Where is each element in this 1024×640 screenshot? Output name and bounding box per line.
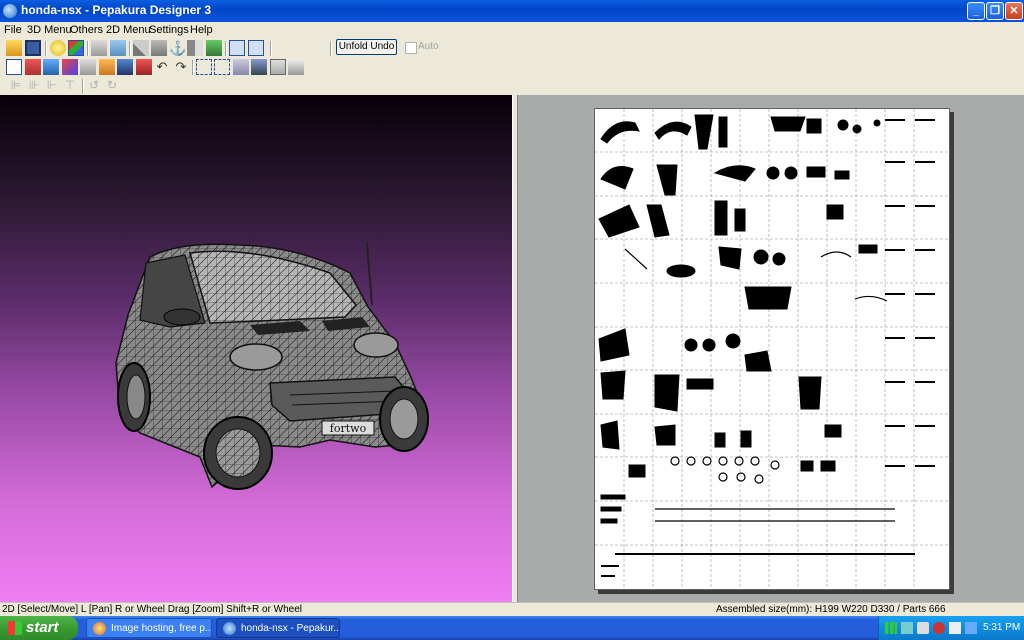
auto-checkbox[interactable] [405,42,417,54]
flap-icon[interactable] [62,59,78,75]
start-button[interactable]: start [0,616,78,640]
paper-sheet [594,108,950,590]
volume-icon[interactable] [949,622,961,634]
select-tool-icon[interactable] [6,59,22,75]
maximize-button[interactable]: ❐ [986,2,1004,20]
scissors-icon[interactable] [25,59,41,75]
system-tray: 5:31 PM [878,616,1024,640]
join-icon[interactable] [43,59,59,75]
view-3d[interactable]: fortwo [0,95,512,602]
toolbar-main: ⚓ [0,39,1024,58]
window-title: honda-nsx - Pepakura Designer 3 [21,3,212,17]
signal-icon[interactable] [885,622,897,634]
menu-help[interactable]: Help [190,24,213,36]
plate-text: fortwo [330,422,367,435]
redo-icon[interactable]: ↷ [173,59,189,75]
grid-icon[interactable] [251,59,267,75]
clock: 5:31 PM [983,622,1021,633]
pencil-icon[interactable] [133,40,149,56]
part-icon[interactable] [187,40,203,56]
auto-label: Auto [418,41,439,52]
status-left: 2D [Select/Move] L [Pan] R or Wheel Drag… [2,604,303,615]
pepakura-icon [223,622,236,635]
toolbar-2d: ↶ ↷ [0,58,310,77]
anchor-icon[interactable]: ⚓ [169,40,186,56]
open-icon[interactable] [6,40,22,56]
title-bar: honda-nsx - Pepakura Designer 3 _ ❐ ✕ [0,0,1024,22]
menu-settings[interactable]: Settings [149,24,189,36]
align-left-icon[interactable]: ⊫ [8,78,24,94]
cylinder-icon[interactable] [151,40,167,56]
align-center-icon[interactable]: ⊪ [26,78,42,94]
update-icon[interactable] [965,622,977,634]
unfolded-parts [595,109,949,589]
red-part-icon[interactable] [136,59,152,75]
toolbar-align: ⊫ ⊪ ⊩ ⊤ ↺ ↻ [0,77,130,96]
move-icon[interactable] [80,59,96,75]
monitor-icon[interactable] [917,622,929,634]
network-icon[interactable] [901,622,913,634]
rotate-icon[interactable] [99,59,115,75]
lightbulb-icon[interactable] [50,40,66,56]
undo-icon[interactable]: ↶ [154,59,170,75]
taskbar: start Image hosting, free p... honda-nsx… [0,616,1024,640]
unfold-undo-button[interactable]: Unfold Undo [336,39,397,55]
zoom-page-icon[interactable] [214,59,230,75]
color-part-icon[interactable] [206,40,222,56]
printer-icon[interactable] [288,59,304,75]
align-top-icon[interactable]: ⊤ [62,78,78,94]
windows-logo-icon [8,621,22,635]
save-icon[interactable] [25,40,41,56]
image-icon[interactable] [117,59,133,75]
menu-file[interactable]: File [4,24,22,36]
edge-icon[interactable] [110,40,126,56]
security-icon[interactable] [933,622,945,634]
window-right-icon[interactable] [248,40,264,56]
minimize-button[interactable]: _ [967,2,985,20]
car-3d-model: fortwo [115,242,429,490]
menu-others[interactable]: Others [70,24,103,36]
menu-3d[interactable]: 3D Menu [27,24,72,36]
close-button[interactable]: ✕ [1005,2,1023,20]
window-left-icon[interactable] [229,40,245,56]
task-pepakura[interactable]: honda-nsx - Pepakur... [216,618,340,638]
view-2d[interactable] [518,95,1024,602]
menu-2d[interactable]: 2D Menu [106,24,151,36]
rotate-left-icon[interactable]: ↺ [86,78,102,94]
color-cube-icon[interactable] [68,40,84,56]
status-bar: 2D [Select/Move] L [Pan] R or Wheel Drag… [0,602,1024,617]
task-image-hosting[interactable]: Image hosting, free p... [86,618,212,638]
menu-bar: File 3D Menu Others 2D Menu Settings Hel… [0,22,1024,39]
print-preview-icon[interactable] [270,59,286,75]
zoom-fit-icon[interactable] [196,59,212,75]
align-right-icon[interactable]: ⊩ [44,78,60,94]
rotate-right-icon[interactable]: ↻ [104,78,120,94]
app-icon[interactable] [3,4,17,18]
status-right: Assembled size(mm): H199 W220 D330 / Par… [716,604,946,615]
browser-icon [93,622,106,635]
page-layout-icon[interactable] [233,59,249,75]
unfold-icon[interactable] [91,40,107,56]
